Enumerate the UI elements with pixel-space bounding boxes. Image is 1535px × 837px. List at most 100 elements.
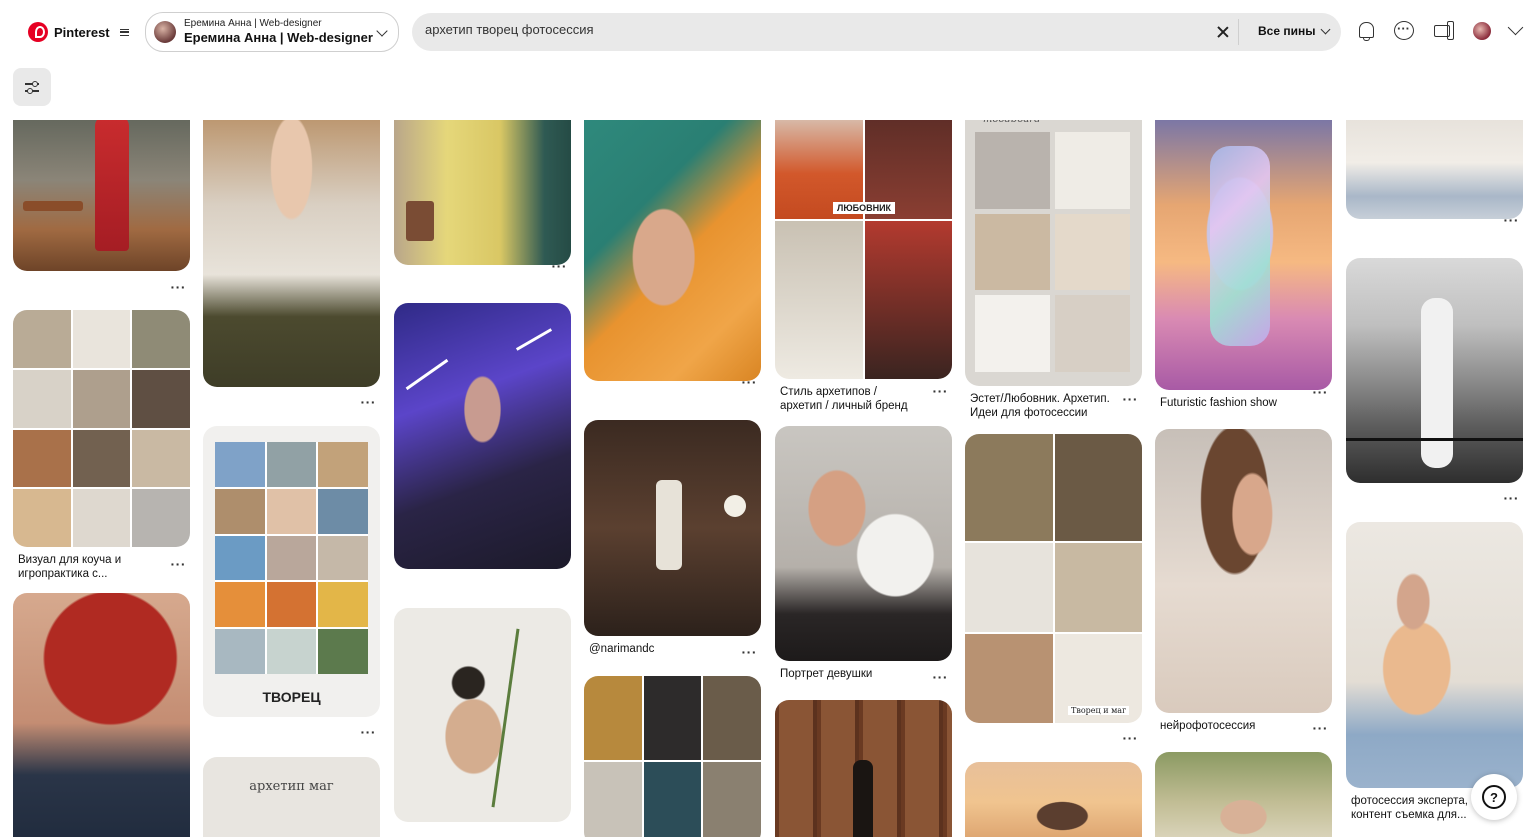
- pin-card[interactable]: ЛЮБОВНИК Стиль архетипов / архетип / лич…: [775, 120, 952, 414]
- pin-card[interactable]: [775, 700, 952, 837]
- pin-card[interactable]: ТВОРЕЦ ···: [203, 426, 380, 740]
- brand-name: Pinterest: [54, 24, 110, 40]
- pin-card[interactable]: ···: [584, 120, 761, 390]
- pin-card[interactable]: ···: [13, 120, 190, 295]
- pin-image[interactable]: [775, 700, 952, 837]
- more-options-button[interactable]: ···: [1504, 212, 1520, 228]
- pin-image[interactable]: [775, 426, 952, 661]
- pin-image[interactable]: [13, 593, 190, 837]
- pin-title: Стиль архетипов / архетип / личный бренд: [780, 386, 908, 412]
- pin-image[interactable]: [394, 608, 571, 822]
- more-options-button[interactable]: ···: [361, 394, 377, 410]
- chevron-down-icon: [1321, 24, 1331, 35]
- more-options-button[interactable]: ···: [933, 669, 949, 685]
- pin-card[interactable]: Futuristic fashion show ···: [1155, 120, 1332, 411]
- more-options-button[interactable]: ···: [1313, 720, 1329, 736]
- pin-type-label: Все пины: [1258, 24, 1316, 38]
- pin-image[interactable]: moodboard: [965, 120, 1142, 386]
- pin-image[interactable]: [394, 303, 571, 569]
- pin-image[interactable]: [1346, 120, 1523, 219]
- pin-title: Портрет девушки: [780, 668, 873, 680]
- pin-title: Futuristic fashion show: [1160, 397, 1277, 409]
- pin-card[interactable]: @narimandc ···: [584, 420, 761, 660]
- sliders-icon-line: [25, 88, 39, 93]
- search-input[interactable]: архетип творец фотосессия: [425, 22, 594, 37]
- pin-image[interactable]: [584, 120, 761, 381]
- pin-image[interactable]: [1155, 120, 1332, 390]
- pin-card[interactable]: [13, 593, 190, 837]
- more-options-button[interactable]: ···: [1123, 391, 1139, 407]
- profile-subtitle: Еремина Анна | Web-designer: [184, 18, 322, 30]
- pin-overlay-text: Творец и маг: [1068, 706, 1130, 715]
- pin-image[interactable]: [1346, 522, 1523, 788]
- pin-title: Эстет/Любовник. Архетип. Идеи для фотосе…: [970, 393, 1110, 419]
- sliders-icon: [25, 81, 39, 86]
- top-bar: Pinterest Еремина Анна | Web-designer Ер…: [0, 0, 1535, 64]
- pin-card[interactable]: [584, 676, 761, 837]
- pin-card[interactable]: архетип маг: [203, 757, 380, 837]
- pin-image[interactable]: архетип маг: [203, 757, 380, 837]
- pin-card[interactable]: [1155, 752, 1332, 837]
- profile-avatar: [154, 21, 176, 43]
- pin-image[interactable]: [1346, 258, 1523, 483]
- search-divider: [1238, 19, 1239, 45]
- pin-overlay-text: архетип маг: [249, 779, 334, 794]
- help-button[interactable]: ?: [1471, 774, 1517, 820]
- pin-type-select[interactable]: Все пины: [1258, 24, 1331, 38]
- pin-title: нейрофотосессия: [1160, 720, 1256, 732]
- search-bar[interactable]: архетип творец фотосессия Все пины: [412, 13, 1341, 51]
- megaphone-icon[interactable]: [1432, 20, 1454, 42]
- profile-name: Еремина Анна | Web-designer: [184, 30, 373, 46]
- more-options-button[interactable]: ···: [742, 644, 758, 660]
- bell-icon[interactable]: [1355, 20, 1377, 42]
- pin-overlay-text: ТВОРЕЦ: [262, 689, 321, 705]
- menu-icon[interactable]: [119, 28, 129, 36]
- pin-card[interactable]: ···: [394, 303, 571, 775]
- pin-image[interactable]: ТВОРЕЦ: [203, 426, 380, 717]
- more-options-button[interactable]: ···: [171, 279, 187, 295]
- pin-card[interactable]: ···: [1346, 120, 1523, 228]
- pin-card[interactable]: ···: [394, 120, 571, 274]
- pin-card[interactable]: [965, 762, 1142, 837]
- pinterest-logo[interactable]: Pinterest: [28, 22, 129, 42]
- chat-icon[interactable]: [1393, 20, 1415, 42]
- pin-image[interactable]: ЛЮБОВНИК: [775, 120, 952, 379]
- pin-image[interactable]: [203, 120, 380, 387]
- pin-image[interactable]: Творец и маг: [965, 434, 1142, 723]
- pin-card[interactable]: ···: [203, 120, 380, 410]
- more-options-button[interactable]: ···: [1123, 730, 1139, 746]
- more-options-button[interactable]: ···: [361, 724, 377, 740]
- pin-image[interactable]: [394, 120, 571, 265]
- pin-image[interactable]: [584, 676, 761, 837]
- chevron-down-icon[interactable]: [1507, 19, 1524, 36]
- pin-image[interactable]: [13, 310, 190, 547]
- filters-button[interactable]: [13, 68, 51, 106]
- more-options-button[interactable]: ···: [552, 258, 568, 274]
- pin-image[interactable]: [584, 420, 761, 636]
- pin-card[interactable]: Портрет девушки ···: [775, 426, 952, 685]
- chevron-down-icon: [376, 25, 388, 37]
- more-options-button[interactable]: ···: [1504, 490, 1520, 506]
- pin-card[interactable]: нейрофотосессия ···: [1155, 429, 1332, 736]
- avatar[interactable]: [1473, 22, 1491, 40]
- pin-image[interactable]: [1155, 429, 1332, 713]
- pin-card[interactable]: Творец и маг ···: [965, 434, 1142, 746]
- more-options-button[interactable]: ···: [171, 556, 187, 572]
- pin-title: @narimandc: [589, 643, 655, 655]
- more-options-button[interactable]: ···: [1313, 384, 1329, 400]
- pin-card[interactable]: moodboard Эстет/Любовник. Архетип. Идеи …: [965, 120, 1142, 421]
- pin-title: Визуал для коуча и игропрактика с...: [18, 554, 122, 580]
- more-options-button[interactable]: ···: [742, 374, 758, 390]
- help-icon: ?: [1490, 789, 1498, 805]
- close-icon[interactable]: [1215, 24, 1231, 40]
- pin-card[interactable]: [394, 608, 571, 822]
- pin-card[interactable]: ···: [1346, 258, 1523, 506]
- pinterest-logo-icon: [28, 22, 48, 42]
- pin-grid: ··· Визуал для коуча и игропрактика с...…: [0, 120, 1535, 837]
- pin-image[interactable]: [965, 762, 1142, 837]
- pin-image[interactable]: [13, 120, 190, 271]
- more-options-button[interactable]: ···: [933, 383, 949, 399]
- profile-switcher[interactable]: Еремина Анна | Web-designer Еремина Анна…: [145, 12, 399, 52]
- pin-card[interactable]: Визуал для коуча и игропрактика с... ···: [13, 310, 190, 582]
- pin-image[interactable]: [1155, 752, 1332, 837]
